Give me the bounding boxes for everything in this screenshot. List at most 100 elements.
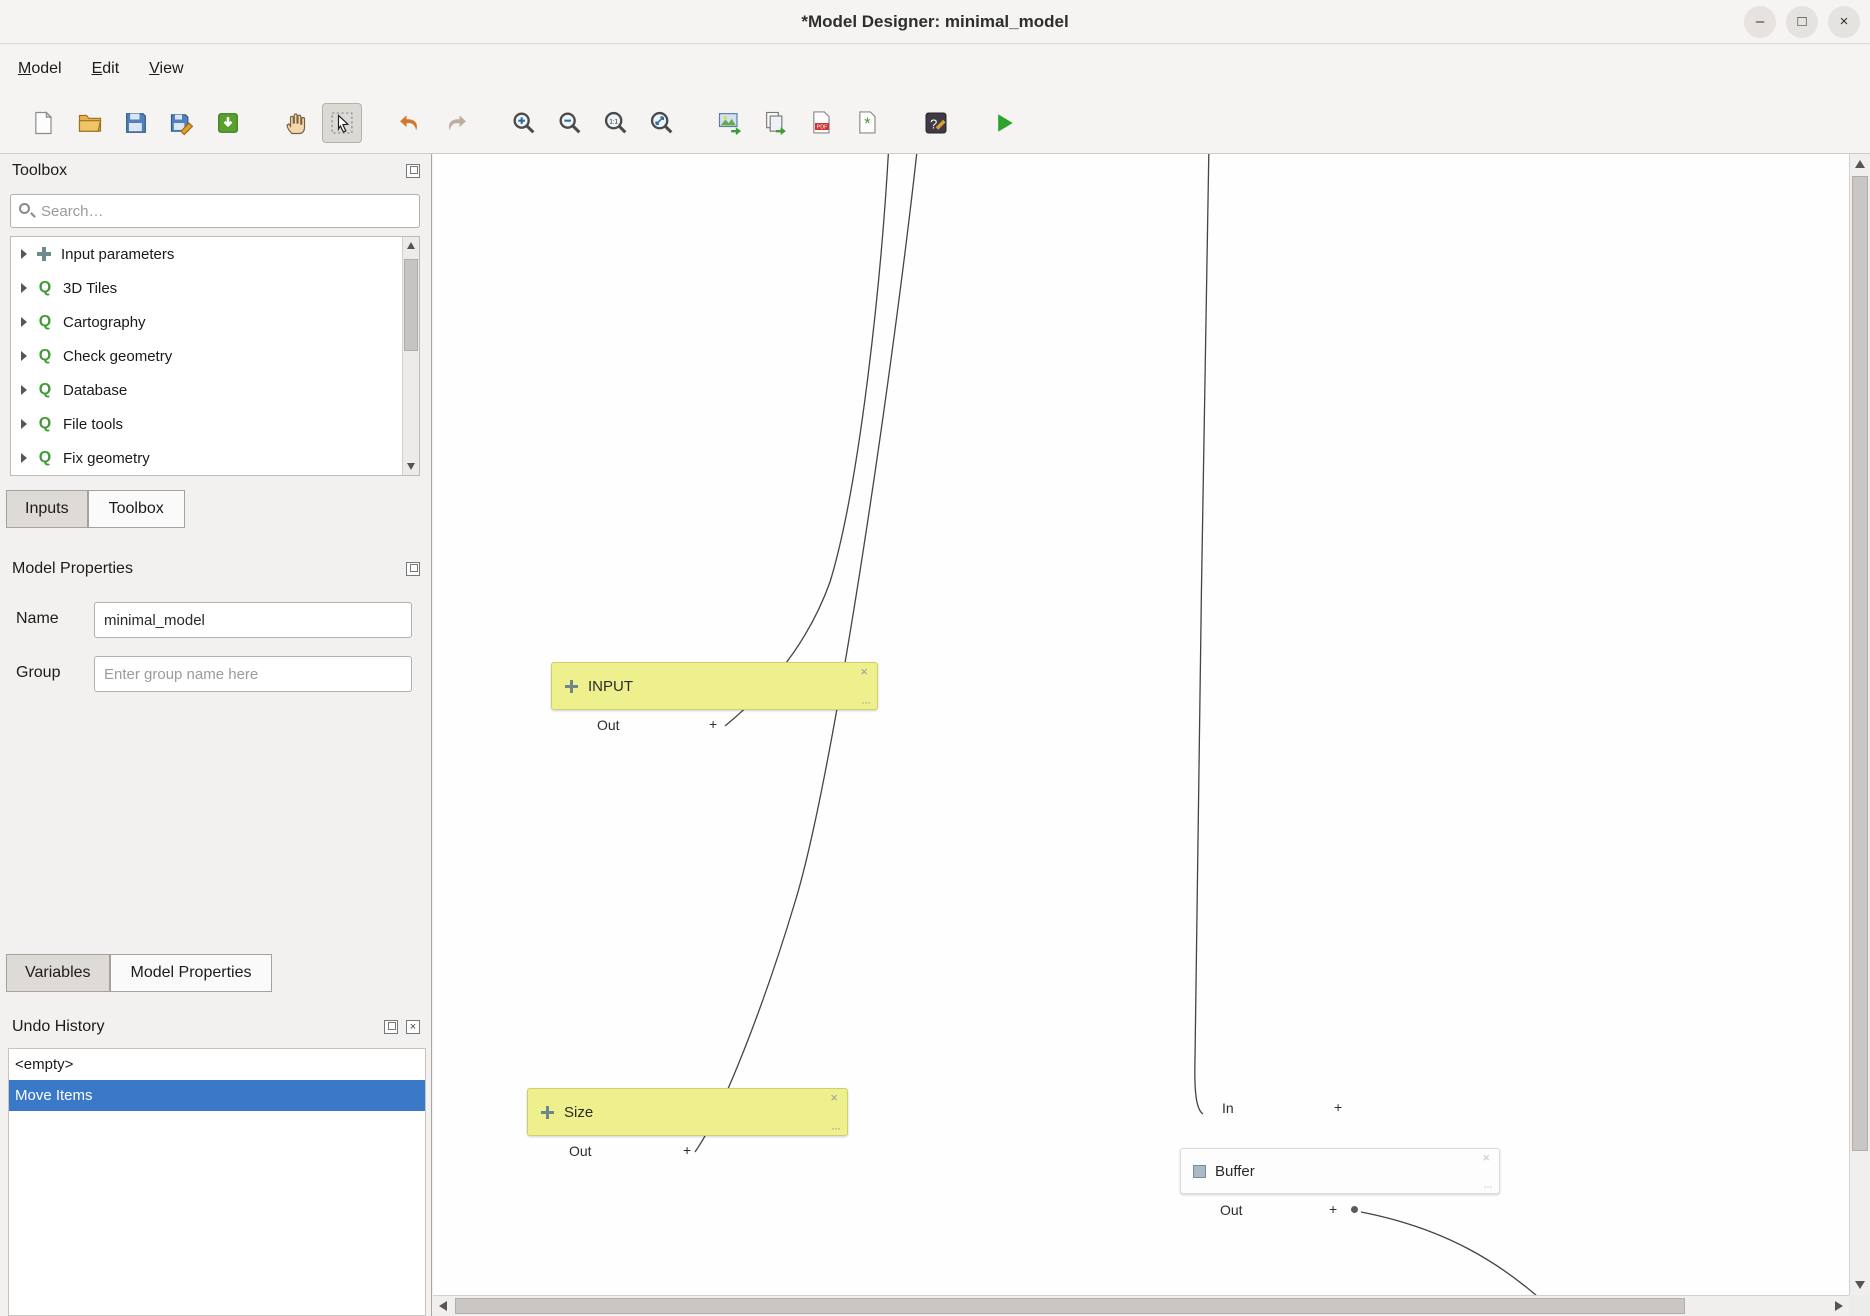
scroll-thumb[interactable] [404,259,418,351]
scroll-down-icon[interactable] [1855,1281,1865,1289]
size-out-socket[interactable]: + [683,1142,691,1158]
zoom-in-button[interactable] [504,103,544,143]
scroll-up-icon[interactable] [1855,160,1865,168]
tree-item-3d-tiles[interactable]: Q 3D Tiles [11,271,419,305]
node-options-icon[interactable]: ··· [1483,1180,1492,1192]
export-svg-button[interactable] [756,103,796,143]
tab-inputs[interactable]: Inputs [6,490,88,528]
export-image-button[interactable] [710,103,750,143]
close-icon[interactable]: × [1828,6,1860,38]
menu-view[interactable]: View [149,60,183,78]
zoom-100-icon: 1:1 [602,109,630,137]
tree-item-input-parameters[interactable]: Input parameters [11,237,419,271]
expand-arrow-icon[interactable] [21,317,27,327]
scroll-left-icon[interactable] [439,1301,447,1311]
remove-node-icon[interactable]: × [830,1091,838,1105]
parameter-icon [540,1105,555,1120]
input-out-socket[interactable]: + [709,716,717,732]
buffer-in-socket[interactable]: + [1334,1099,1342,1115]
float-panel-icon[interactable] [406,562,420,576]
properties-tabbar: Variables Model Properties [6,954,272,992]
zoom-actual-button[interactable]: 1:1 [596,103,636,143]
search-input[interactable] [41,195,415,227]
undo-item-empty[interactable]: <empty> [9,1049,425,1080]
save-model-in-project-button[interactable] [208,103,248,143]
scroll-right-icon[interactable] [1835,1301,1843,1311]
pan-tool-button[interactable] [276,103,316,143]
scroll-up-icon[interactable] [407,242,415,249]
scroll-thumb[interactable] [455,1298,1685,1314]
close-panel-icon[interactable]: × [406,1020,420,1034]
expand-arrow-icon[interactable] [21,385,27,395]
model-name-field[interactable] [94,602,412,638]
tree-item-check-geometry[interactable]: Q Check geometry [11,339,419,373]
zoom-out-icon [556,109,584,137]
save-model-as-button[interactable] [162,103,202,143]
model-designer-window: *Model Designer: minimal_model – □ × Mod… [0,0,1870,1316]
remove-node-icon[interactable]: × [1482,1151,1490,1165]
edit-model-help-button[interactable]: ? [916,103,956,143]
tree-scrollbar[interactable] [402,237,419,475]
tree-item-cartography[interactable]: Q Cartography [11,305,419,339]
model-group-field[interactable] [94,656,412,692]
expand-arrow-icon[interactable] [21,453,27,463]
zoom-out-button[interactable] [550,103,590,143]
run-play-icon [990,109,1018,137]
undo-item-move-items[interactable]: Move Items [9,1080,425,1111]
scrollbar-corner [1849,1295,1870,1316]
new-model-button[interactable] [24,103,64,143]
svg-text:1:1: 1:1 [609,118,618,125]
export-script-button[interactable]: * [848,103,888,143]
node-options-icon[interactable]: ··· [831,1122,840,1134]
wire-buffer-in [1195,154,1209,1114]
model-node-size[interactable]: Size × ··· [527,1088,848,1136]
tree-item-fix-geometry[interactable]: Q Fix geometry [11,441,419,475]
maximize-icon[interactable]: □ [1786,6,1818,38]
model-canvas[interactable]: INPUT × ··· Out + Size × ··· Out + In + … [433,154,1849,1295]
menu-model[interactable]: Model [18,60,62,78]
canvas-vertical-scrollbar[interactable] [1849,154,1870,1295]
scroll-thumb[interactable] [1852,176,1868,1151]
tree-item-file-tools[interactable]: Q File tools [11,407,419,441]
wire-input-out [725,154,889,726]
scroll-down-icon[interactable] [407,463,415,470]
tree-item-database[interactable]: Q Database [11,373,419,407]
select-tool-button[interactable] [322,103,362,143]
model-properties-title: Model Properties [12,560,133,578]
redo-button[interactable] [436,103,476,143]
window-title: *Model Designer: minimal_model [0,0,1870,44]
node-options-icon[interactable]: ··· [861,696,870,708]
buffer-in-socket-label: In [1222,1100,1234,1116]
export-pdf-button[interactable]: PDF [802,103,842,143]
open-model-button[interactable] [70,103,110,143]
expand-arrow-icon[interactable] [21,249,27,259]
expand-arrow-icon[interactable] [21,283,27,293]
save-model-button[interactable] [116,103,156,143]
remove-node-icon[interactable]: × [860,665,868,679]
search-icon [19,203,30,214]
zoom-full-button[interactable] [642,103,682,143]
float-panel-icon[interactable] [406,164,420,178]
menu-edit[interactable]: Edit [92,60,120,78]
buffer-out-socket[interactable]: + [1329,1201,1337,1217]
wire-size-out [695,154,918,1152]
run-model-button[interactable] [984,103,1024,143]
tab-toolbox[interactable]: Toolbox [88,490,185,528]
undo-history-title: Undo History [12,1018,104,1036]
tab-model-properties[interactable]: Model Properties [110,954,273,992]
model-node-input[interactable]: INPUT × ··· [551,662,878,710]
expand-arrow-icon[interactable] [21,419,27,429]
canvas-horizontal-scrollbar[interactable] [433,1295,1849,1316]
buffer-out-socket-label: Out [1220,1202,1243,1218]
toolbox-panel-title: Toolbox [12,162,67,180]
undo-button[interactable] [390,103,430,143]
float-panel-icon[interactable] [384,1020,398,1034]
zoom-in-icon [510,109,538,137]
svg-text:?: ? [930,116,937,131]
tab-variables[interactable]: Variables [6,954,110,992]
minimize-icon[interactable]: – [1744,6,1776,38]
qgis-algorithm-icon: Q [36,449,54,467]
model-node-buffer[interactable]: Buffer × ··· [1180,1148,1500,1194]
expand-arrow-icon[interactable] [21,351,27,361]
toolbox-search [10,194,420,228]
